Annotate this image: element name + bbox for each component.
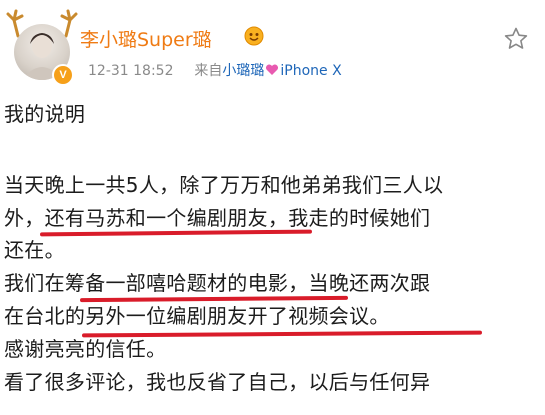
star-outline-icon[interactable] xyxy=(503,26,529,52)
post-meta: 12-31 18:52 来自小璐璐 iPhone X xyxy=(88,60,342,80)
post-line-5: 我们在筹备一部嘻哈题材的电影，当晚还两次跟 xyxy=(4,271,431,295)
source-device-link[interactable]: iPhone X xyxy=(280,63,341,79)
highlight-phrase-3: 另外一位编剧朋友开了视频会议。 xyxy=(85,304,390,328)
post-line-6: 在台北的另外一位编剧朋友开了视频会议。 xyxy=(4,304,390,328)
post-line-2: 当天晚上一共5人，除了万万和他弟弟我们三人以 xyxy=(4,173,444,197)
highlight-phrase-1: 还有马苏和一个编剧朋友 xyxy=(44,206,268,230)
post-line-1: 我的说明 xyxy=(4,102,86,126)
post-line-8: 看了很多评论，我也反省了自己，以后与任何异 xyxy=(4,370,431,394)
post-line-7: 感谢亮亮的信任。 xyxy=(4,337,167,361)
timestamp: 12-31 18:52 xyxy=(88,63,174,79)
gold-member-icon xyxy=(244,26,264,46)
vip-badge-icon: V xyxy=(52,64,74,86)
username[interactable]: 李小璐Super璐 xyxy=(80,25,212,52)
source-name-link[interactable]: 小璐璐 xyxy=(222,63,264,79)
heart-icon xyxy=(266,64,279,75)
highlight-phrase-2: 筹备一部嘻哈题材的电影 xyxy=(64,271,289,295)
avatar-container[interactable]: V xyxy=(0,8,85,93)
post-line-4: 还在。 xyxy=(4,238,65,262)
source-prefix: 来自 xyxy=(194,63,223,79)
